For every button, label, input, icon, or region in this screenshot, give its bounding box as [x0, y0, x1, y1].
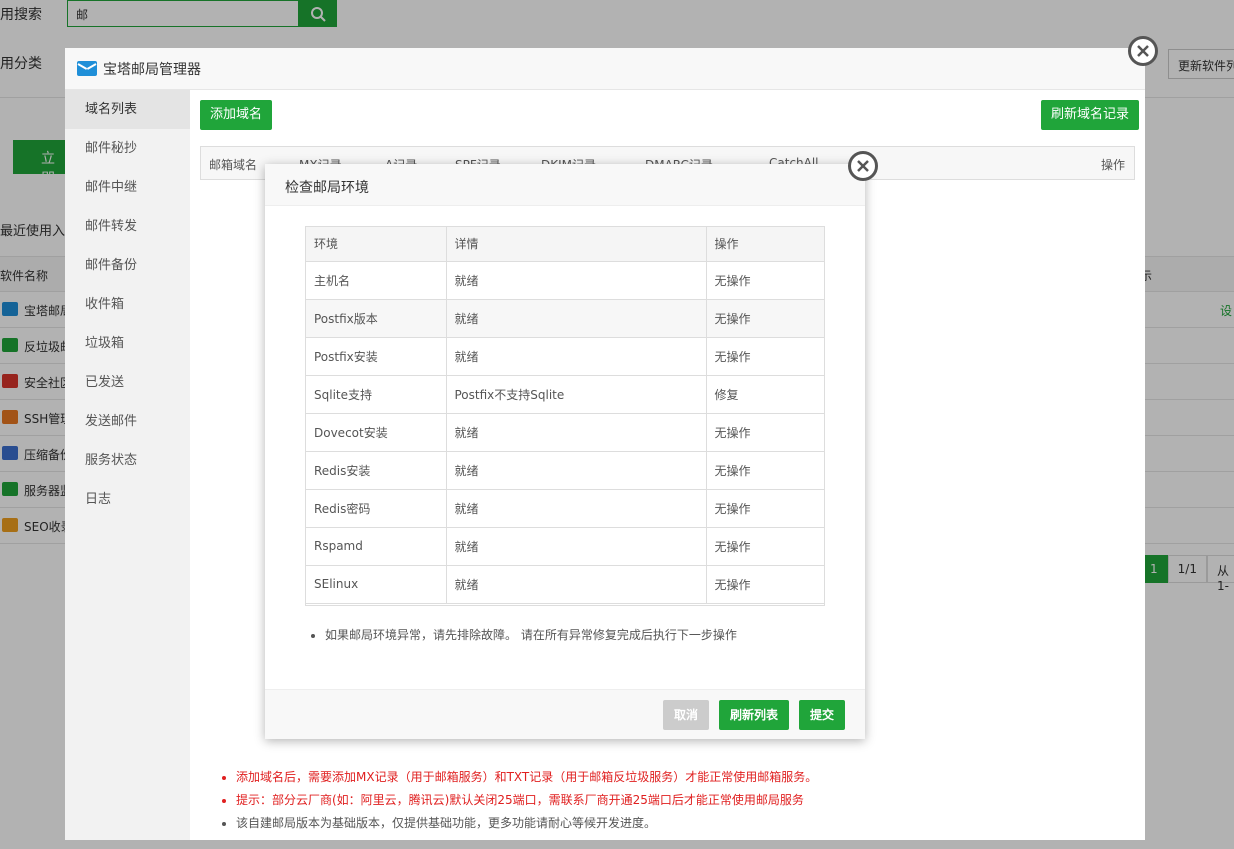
close-manager-button[interactable] — [1128, 36, 1158, 66]
env-action: 无操作 — [706, 451, 824, 490]
sidebar-item[interactable]: 发送邮件 — [65, 402, 190, 441]
cancel-button[interactable]: 取消 — [663, 700, 710, 730]
submit-button[interactable]: 提交 — [799, 700, 846, 730]
domain-column: 操作 — [1101, 158, 1126, 172]
manager-sidebar: 域名列表 邮件秘抄 邮件中继 邮件转发 邮件备份 收件箱 垃圾箱 已发送 发送邮件 服务状态 日志 — [65, 90, 190, 840]
column-env: 环境 — [306, 227, 447, 262]
dialog-title: 检查邮局环境 — [265, 164, 865, 206]
dialog-note-text: 如果邮局环境异常，请先排除故障。 请在所有异常修复完成后执行下一步操作 — [325, 626, 737, 643]
env-name: Dovecot安装 — [306, 413, 447, 452]
env-action: 无操作 — [706, 489, 824, 528]
manager-notes: 添加域名后，需要添加MX记录（用于邮箱服务）和TXT记录（用于邮箱反垃圾服务）才… — [220, 768, 817, 837]
env-row: Dovecot安装 就绪 无操作 — [306, 413, 824, 452]
env-name: Rspamd — [306, 527, 447, 566]
column-action: 操作 — [706, 227, 824, 262]
refresh-domain-records-button[interactable]: 刷新域名记录 — [1041, 100, 1140, 130]
env-detail: 就绪 — [446, 413, 707, 452]
env-table-header: 环境 详情 操作 — [306, 227, 824, 262]
dialog-note: 如果邮局环境异常，请先排除故障。 请在所有异常修复完成后执行下一步操作 — [325, 626, 737, 643]
env-action: 无操作 — [706, 299, 824, 338]
env-name: Postfix版本 — [306, 299, 447, 338]
refresh-list-button[interactable]: 刷新列表 — [719, 700, 790, 730]
env-action[interactable]: 修复 — [706, 375, 824, 414]
env-action: 无操作 — [706, 337, 824, 376]
mail-manager-titlebar: 宝塔邮局管理器 — [65, 48, 1145, 90]
env-detail: 就绪 — [446, 489, 707, 528]
manager-note: 该自建邮局版本为基础版本，仅提供基础功能，更多功能请耐心等候开发进度。 — [236, 814, 817, 831]
sidebar-item[interactable]: 垃圾箱 — [65, 324, 190, 363]
env-name: Redis密码 — [306, 489, 447, 528]
column-detail: 详情 — [446, 227, 707, 262]
env-action: 无操作 — [706, 261, 824, 300]
sidebar-item[interactable]: 服务状态 — [65, 441, 190, 480]
env-detail: 就绪 — [446, 337, 707, 376]
env-name: 主机名 — [306, 261, 447, 300]
env-detail: 就绪 — [446, 261, 707, 300]
close-dialog-button[interactable] — [848, 151, 878, 181]
env-row: Rspamd 就绪 无操作 — [306, 527, 824, 566]
sidebar-item[interactable]: 邮件中继 — [65, 168, 190, 207]
env-name: Redis安装 — [306, 451, 447, 490]
sidebar-item[interactable]: 已发送 — [65, 363, 190, 402]
env-detail: 就绪 — [446, 299, 707, 338]
env-action: 无操作 — [706, 527, 824, 566]
env-name: Sqlite支持 — [306, 375, 447, 414]
mail-icon — [77, 61, 97, 76]
manager-note: 添加域名后，需要添加MX记录（用于邮箱服务）和TXT记录（用于邮箱反垃圾服务）才… — [236, 768, 817, 785]
env-table: 环境 详情 操作 主机名 就绪 无操作 Postfix版本 就绪 无操作 Postfix安装… — [306, 227, 824, 604]
sidebar-item[interactable]: 邮件转发 — [65, 207, 190, 246]
env-row: Postfix版本 就绪 无操作 — [306, 299, 824, 338]
sidebar-item[interactable]: 邮件秘抄 — [65, 129, 190, 168]
add-domain-button[interactable]: 添加域名 — [200, 100, 273, 130]
env-action: 无操作 — [706, 413, 824, 452]
env-row: Redis密码 就绪 无操作 — [306, 489, 824, 528]
close-icon — [857, 160, 869, 172]
sidebar-item[interactable]: 邮件备份 — [65, 246, 190, 285]
check-env-dialog: 检查邮局环境 环境 详情 操作 主机名 就绪 无操作 Postfix版本 就绪 无操作 Po… — [265, 151, 878, 739]
env-table-wrapper[interactable]: 环境 详情 操作 主机名 就绪 无操作 Postfix版本 就绪 无操作 Postfix安装… — [305, 226, 825, 606]
sidebar-item[interactable]: 收件箱 — [65, 285, 190, 324]
env-row: Redis安装 就绪 无操作 — [306, 451, 824, 490]
env-detail: 就绪 — [446, 527, 707, 566]
env-row: 主机名 就绪 无操作 — [306, 261, 824, 300]
domain-column: 邮箱域名 — [209, 158, 258, 172]
mail-manager-title: 宝塔邮局管理器 — [103, 61, 201, 78]
env-detail: 就绪 — [446, 451, 707, 490]
dialog-footer: 取消 刷新列表 提交 — [265, 689, 865, 739]
sidebar-item[interactable]: 日志 — [65, 480, 190, 519]
env-row: SElinux 就绪 无操作 — [306, 565, 824, 604]
env-name: SElinux — [306, 565, 447, 604]
env-action: 无操作 — [706, 565, 824, 604]
close-icon — [1137, 45, 1149, 57]
manager-note: 提示：部分云厂商(如：阿里云，腾讯云)默认关闭25端口，需联系厂商开通25端口后… — [236, 791, 817, 808]
sidebar-item[interactable]: 域名列表 — [65, 90, 190, 129]
env-name: Postfix安装 — [306, 337, 447, 376]
env-row: Sqlite支持 Postfix不支持Sqlite 修复 — [306, 375, 824, 414]
env-detail: Postfix不支持Sqlite — [446, 375, 707, 414]
env-row: Postfix安装 就绪 无操作 — [306, 337, 824, 376]
env-detail: 就绪 — [446, 565, 707, 604]
